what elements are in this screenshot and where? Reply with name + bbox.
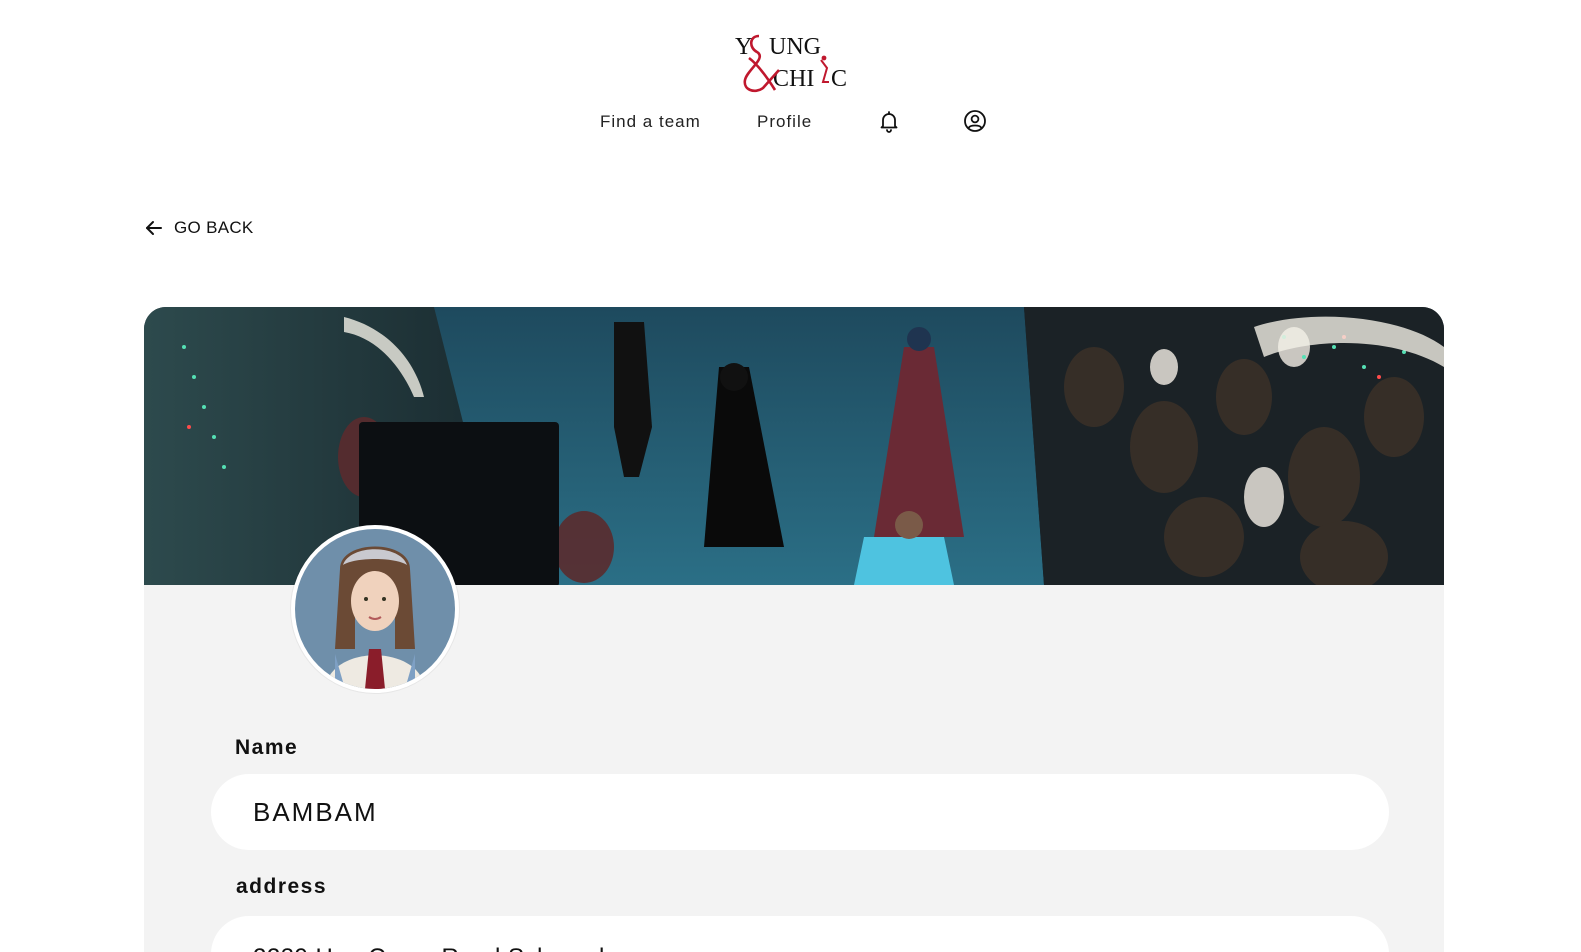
arrow-left-icon bbox=[144, 218, 164, 238]
go-back-button[interactable]: GO BACK bbox=[144, 218, 254, 238]
name-field-label: Name bbox=[235, 736, 299, 759]
logo-graphic: Y UNG CHI C bbox=[735, 34, 847, 93]
main-nav: Find a team Profile bbox=[0, 108, 1581, 138]
user-circle-icon[interactable] bbox=[962, 108, 988, 134]
svg-text:C: C bbox=[831, 66, 847, 92]
nav-find-a-team[interactable]: Find a team bbox=[600, 112, 701, 132]
bell-icon[interactable] bbox=[876, 108, 902, 134]
svg-text:CHI: CHI bbox=[773, 66, 814, 92]
nav-profile[interactable]: Profile bbox=[757, 112, 812, 132]
avatar-image bbox=[295, 529, 455, 689]
go-back-label: GO BACK bbox=[174, 218, 254, 237]
svg-text:UNG: UNG bbox=[769, 34, 821, 60]
profile-avatar[interactable] bbox=[291, 525, 459, 693]
address-input[interactable] bbox=[211, 916, 1389, 952]
name-input[interactable] bbox=[211, 774, 1389, 850]
address-field-label: address bbox=[236, 875, 328, 898]
site-header: Y UNG CHI C Find a team Profile bbox=[0, 0, 1581, 160]
young-and-chic-logo[interactable]: Y UNG CHI C bbox=[735, 30, 847, 96]
svg-text:Y: Y bbox=[735, 34, 752, 60]
